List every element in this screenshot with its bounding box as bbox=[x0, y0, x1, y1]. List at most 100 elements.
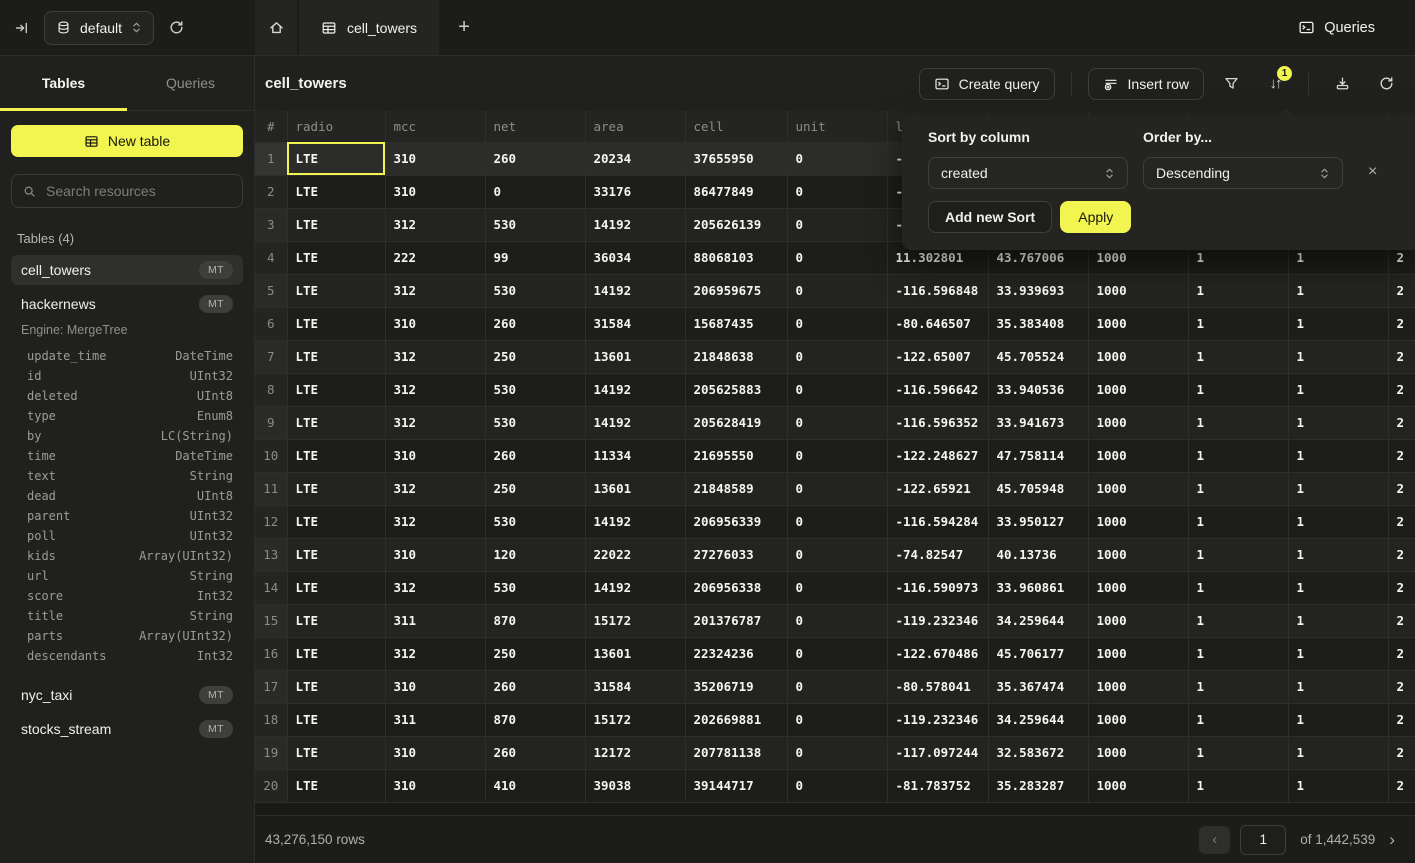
table-cell[interactable]: 310 bbox=[385, 439, 485, 472]
table-cell[interactable]: 35.383408 bbox=[988, 307, 1088, 340]
table-cell[interactable]: 1 bbox=[1188, 472, 1288, 505]
table-cell[interactable]: 88068103 bbox=[685, 241, 787, 274]
table-cell[interactable]: LTE bbox=[287, 340, 385, 373]
table-cell[interactable]: 14192 bbox=[585, 274, 685, 307]
table-cell[interactable]: 40.13736 bbox=[988, 538, 1088, 571]
table-cell[interactable]: 36034 bbox=[585, 241, 685, 274]
table-cell[interactable]: 31584 bbox=[585, 307, 685, 340]
table-cell[interactable]: 33.939693 bbox=[988, 274, 1088, 307]
table-cell[interactable]: LTE bbox=[287, 406, 385, 439]
table-cell[interactable]: 45.705524 bbox=[988, 340, 1088, 373]
table-cell[interactable]: 310 bbox=[385, 538, 485, 571]
column-header[interactable]: mcc bbox=[385, 111, 485, 142]
table-cell[interactable]: 1000 bbox=[1088, 340, 1188, 373]
table-cell[interactable]: 14192 bbox=[585, 373, 685, 406]
refresh-connection-button[interactable] bbox=[168, 19, 185, 36]
table-cell[interactable]: 530 bbox=[485, 274, 585, 307]
table-cell[interactable]: 260 bbox=[485, 670, 585, 703]
add-tab-button[interactable]: + bbox=[439, 0, 489, 55]
table-cell[interactable]: 0 bbox=[787, 571, 887, 604]
table-cell[interactable]: 206959675 bbox=[685, 274, 787, 307]
table-cell[interactable]: 1 bbox=[1288, 769, 1388, 802]
table-cell[interactable]: 20234 bbox=[585, 142, 685, 175]
table-cell[interactable]: -116.596848 bbox=[887, 274, 988, 307]
table-cell[interactable]: 2 bbox=[1388, 307, 1415, 340]
table-cell[interactable]: 35.367474 bbox=[988, 670, 1088, 703]
table-cell[interactable]: LTE bbox=[287, 604, 385, 637]
table-cell[interactable]: -80.578041 bbox=[887, 670, 988, 703]
table-cell[interactable]: 14192 bbox=[585, 208, 685, 241]
table-cell[interactable]: 1000 bbox=[1088, 769, 1188, 802]
table-cell[interactable]: LTE bbox=[287, 142, 385, 175]
table-cell[interactable]: 0 bbox=[787, 736, 887, 769]
table-cell[interactable]: -117.097244 bbox=[887, 736, 988, 769]
table-cell[interactable]: 2 bbox=[1388, 769, 1415, 802]
table-cell[interactable]: 310 bbox=[385, 307, 485, 340]
table-cell[interactable]: 310 bbox=[385, 769, 485, 802]
table-cell[interactable]: 0 bbox=[787, 439, 887, 472]
table-cell[interactable]: 1 bbox=[1288, 439, 1388, 472]
table-cell[interactable]: 1 bbox=[1288, 538, 1388, 571]
table-cell[interactable]: 222 bbox=[385, 241, 485, 274]
table-cell[interactable]: 1 bbox=[1288, 307, 1388, 340]
table-cell[interactable]: 1000 bbox=[1088, 373, 1188, 406]
table-cell[interactable]: 0 bbox=[787, 703, 887, 736]
table-cell[interactable]: 530 bbox=[485, 208, 585, 241]
sort-column-select[interactable]: created bbox=[928, 157, 1128, 189]
table-cell[interactable]: 0 bbox=[787, 406, 887, 439]
table-cell[interactable]: 205626139 bbox=[685, 208, 787, 241]
table-cell[interactable]: 310 bbox=[385, 175, 485, 208]
table-cell[interactable]: 312 bbox=[385, 340, 485, 373]
create-query-button[interactable]: Create query bbox=[919, 68, 1055, 100]
database-selector[interactable]: default bbox=[44, 11, 154, 45]
table-cell[interactable]: 33.941673 bbox=[988, 406, 1088, 439]
table-cell[interactable]: 870 bbox=[485, 703, 585, 736]
table-cell[interactable]: LTE bbox=[287, 307, 385, 340]
previous-page-button[interactable]: ‹ bbox=[1199, 826, 1230, 854]
table-cell[interactable]: 530 bbox=[485, 406, 585, 439]
table-cell[interactable]: 86477849 bbox=[685, 175, 787, 208]
table-cell[interactable]: 21695550 bbox=[685, 439, 787, 472]
queries-button[interactable]: Queries bbox=[1298, 19, 1375, 36]
page-input[interactable] bbox=[1240, 825, 1286, 855]
table-cell[interactable]: 312 bbox=[385, 373, 485, 406]
table-cell[interactable]: 14192 bbox=[585, 505, 685, 538]
table-cell[interactable]: 530 bbox=[485, 571, 585, 604]
table-cell[interactable]: -74.82547 bbox=[887, 538, 988, 571]
column-header[interactable]: radio bbox=[287, 111, 385, 142]
table-cell[interactable]: 32.583672 bbox=[988, 736, 1088, 769]
table-cell[interactable]: 0 bbox=[787, 637, 887, 670]
tab-cell-towers[interactable]: cell_towers bbox=[299, 0, 439, 55]
sidebar-item-cell-towers[interactable]: cell_towers MT bbox=[11, 255, 243, 285]
search-input[interactable] bbox=[46, 183, 232, 199]
table-cell[interactable]: 1 bbox=[1288, 703, 1388, 736]
next-page-button[interactable]: › bbox=[1389, 830, 1395, 850]
table-cell[interactable]: LTE bbox=[287, 208, 385, 241]
table-cell[interactable]: 2 bbox=[1388, 538, 1415, 571]
table-cell[interactable]: 1000 bbox=[1088, 736, 1188, 769]
table-cell[interactable]: LTE bbox=[287, 274, 385, 307]
table-cell[interactable]: 120 bbox=[485, 538, 585, 571]
table-cell[interactable]: 45.706177 bbox=[988, 637, 1088, 670]
table-cell[interactable]: 1 bbox=[1288, 274, 1388, 307]
table-cell[interactable]: 205625883 bbox=[685, 373, 787, 406]
table-cell[interactable]: 2 bbox=[1388, 670, 1415, 703]
table-cell[interactable]: 260 bbox=[485, 736, 585, 769]
table-cell[interactable]: 1000 bbox=[1088, 472, 1188, 505]
table-cell[interactable]: 1 bbox=[1288, 637, 1388, 670]
table-cell[interactable]: 1000 bbox=[1088, 703, 1188, 736]
insert-row-button[interactable]: Insert row bbox=[1088, 68, 1204, 100]
table-cell[interactable]: 35206719 bbox=[685, 670, 787, 703]
table-cell[interactable]: 0 bbox=[787, 373, 887, 406]
table-cell[interactable]: 260 bbox=[485, 142, 585, 175]
table-cell[interactable]: 312 bbox=[385, 571, 485, 604]
table-cell[interactable]: 47.758114 bbox=[988, 439, 1088, 472]
table-cell[interactable]: 1 bbox=[1188, 406, 1288, 439]
filter-button[interactable] bbox=[1214, 68, 1248, 100]
sidebar-tab-tables[interactable]: Tables bbox=[0, 56, 127, 110]
table-cell[interactable]: 2 bbox=[1388, 406, 1415, 439]
remove-sort-button[interactable]: × bbox=[1358, 163, 1387, 181]
table-cell[interactable]: 13601 bbox=[585, 340, 685, 373]
table-cell[interactable]: 2 bbox=[1388, 703, 1415, 736]
table-cell[interactable]: 1000 bbox=[1088, 406, 1188, 439]
